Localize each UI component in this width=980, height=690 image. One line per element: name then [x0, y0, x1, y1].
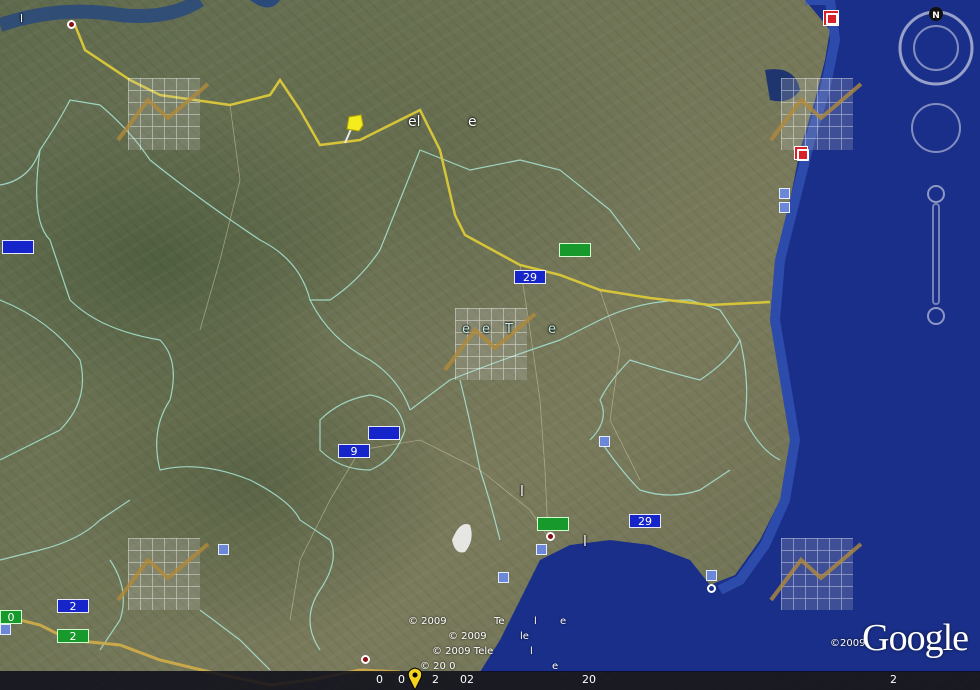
navigation-controls[interactable]: N — [896, 4, 976, 334]
status-value: 20 — [582, 673, 596, 686]
look-joystick-icon[interactable] — [911, 103, 961, 153]
copyright-text: © 2009 — [448, 631, 487, 642]
placemark-pushpin-icon[interactable] — [0, 0, 980, 690]
status-value: 2 — [890, 673, 897, 686]
status-value: 0 — [398, 673, 405, 686]
copyright-text: le — [520, 631, 529, 642]
google-logo: Google — [862, 617, 969, 659]
logo-copyright: ©2009 — [830, 638, 866, 649]
compass-north: N — [932, 11, 940, 21]
copyright-text: l — [530, 646, 533, 657]
zoom-slider-icon[interactable] — [927, 185, 945, 325]
copyright-text: © 2009 — [408, 616, 447, 627]
map-view[interactable]: l el e e e T e l l 29 9 29 2 0 2 © 2009 … — [0, 0, 980, 690]
copyright-text: e — [560, 616, 567, 627]
status-value: 0 — [376, 673, 383, 686]
copyright-text: © 2009 Tele — [432, 646, 494, 657]
status-bar: 0 0 2 02 20 2 — [0, 671, 980, 690]
copyright-text: Te — [494, 616, 505, 627]
status-value: 02 — [460, 673, 474, 686]
copyright-text: l — [534, 616, 537, 627]
status-value: 2 — [432, 673, 439, 686]
